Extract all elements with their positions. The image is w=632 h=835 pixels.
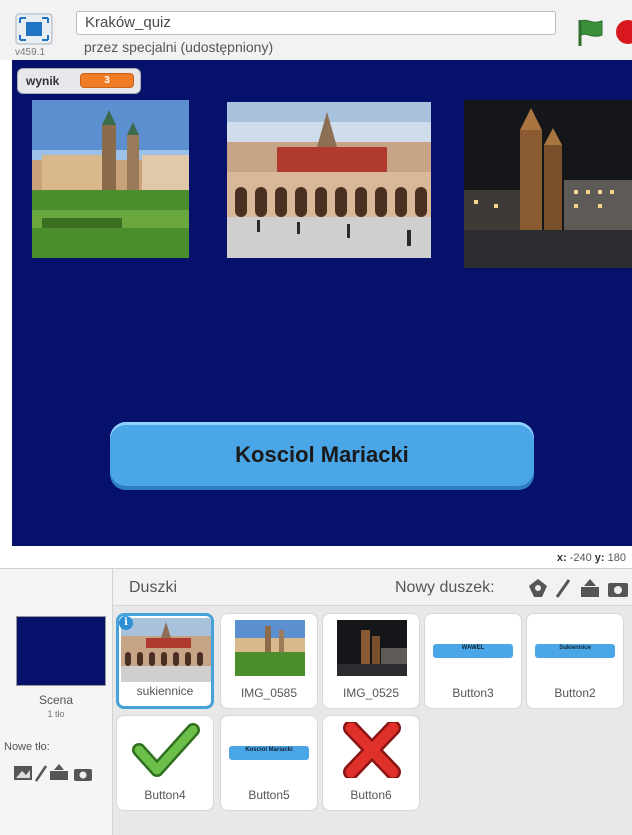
sprites-panel: Scena 1 tło Nowe tło: Duszki Nowy duszek… bbox=[0, 568, 632, 835]
sprite-tile[interactable]: WAWEL Button3 bbox=[424, 613, 522, 709]
sprite-tile[interactable]: Sukiennice Button2 bbox=[526, 613, 624, 709]
sprites-heading: Duszki bbox=[129, 579, 178, 596]
project-header: v459.1 Kraków_quiz przez specjalni (udos… bbox=[0, 0, 632, 60]
sprite-name: Button6 bbox=[350, 788, 392, 802]
mini-button-text: Kosciol Mariacki bbox=[245, 747, 293, 753]
sprite-tile[interactable]: IMG_0585 bbox=[220, 613, 318, 709]
backdrop-camera-icon[interactable] bbox=[74, 769, 92, 781]
sprite-name: Button3 bbox=[452, 686, 494, 700]
answer-button[interactable]: Kosciol Mariacki bbox=[110, 422, 534, 490]
check-icon bbox=[131, 722, 201, 778]
mouse-coordinates: x: -240 y: 180 bbox=[557, 552, 626, 564]
stage-thumbnail[interactable] bbox=[16, 616, 106, 686]
sprite-library-icon[interactable] bbox=[527, 578, 549, 598]
stage-label: Scena bbox=[38, 693, 74, 707]
backdrop-count: 1 tło bbox=[47, 709, 65, 719]
project-byline: przez specjalni (udostępniony) bbox=[84, 39, 274, 55]
green-flag-icon[interactable] bbox=[574, 16, 608, 50]
sprite-tile[interactable]: Kosciol Mariacki Button5 bbox=[220, 715, 318, 811]
sprite-name: sukiennice bbox=[136, 684, 194, 698]
sprite-thumbnail bbox=[235, 620, 305, 676]
sprite-thumbnail bbox=[337, 620, 407, 676]
sprite-name: Button2 bbox=[554, 686, 596, 700]
info-icon[interactable]: i bbox=[119, 616, 133, 630]
stage[interactable]: wynik 3 Kosciol Mariacki bbox=[12, 60, 632, 546]
sprite-thumbnail bbox=[121, 618, 211, 682]
backdrop-library-icon[interactable] bbox=[14, 766, 32, 780]
backdrop-tools bbox=[4, 763, 104, 783]
answer-button-label: Kosciol Mariacki bbox=[235, 442, 409, 467]
new-sprite-label: Nowy duszek: bbox=[395, 579, 495, 596]
stage-column: Scena 1 tło Nowe tło: bbox=[0, 569, 113, 835]
new-backdrop-label: Nowe tło: bbox=[4, 741, 50, 753]
stop-icon[interactable] bbox=[616, 20, 632, 44]
sprite-name: Button5 bbox=[248, 788, 290, 802]
sprite-wawel-photo[interactable] bbox=[32, 100, 189, 258]
y-label: y: bbox=[594, 552, 605, 564]
sprite-tile[interactable]: Button6 bbox=[322, 715, 420, 811]
mini-button-icon: WAWEL bbox=[433, 644, 513, 658]
variable-monitor: wynik 3 bbox=[17, 68, 141, 94]
fullscreen-icon[interactable] bbox=[14, 12, 54, 46]
project-title-field[interactable]: Kraków_quiz bbox=[76, 11, 556, 35]
sprite-name: IMG_0585 bbox=[240, 686, 298, 700]
paint-sprite-icon[interactable] bbox=[553, 578, 575, 598]
mini-button-text: WAWEL bbox=[461, 645, 485, 651]
sprite-name: IMG_0525 bbox=[342, 686, 400, 700]
y-value: 180 bbox=[607, 552, 626, 564]
sprite-tile[interactable]: i sukiennice bbox=[116, 613, 214, 709]
cross-icon bbox=[337, 722, 407, 778]
sprite-mariacki-night-photo[interactable] bbox=[464, 100, 632, 268]
sprite-name: Button4 bbox=[144, 788, 186, 802]
version-label: v459.1 bbox=[15, 47, 46, 58]
sprite-tile[interactable]: Button4 bbox=[116, 715, 214, 811]
x-value: -240 bbox=[569, 552, 592, 564]
sprite-sukiennice-photo[interactable] bbox=[227, 102, 431, 258]
monitor-label: wynik bbox=[26, 74, 60, 88]
backdrop-paint-icon[interactable] bbox=[34, 765, 48, 782]
mini-button-icon: Kosciol Mariacki bbox=[229, 746, 309, 760]
x-label: x: bbox=[556, 552, 567, 564]
sprite-tile[interactable]: IMG_0525 bbox=[322, 613, 420, 709]
camera-sprite-icon[interactable] bbox=[607, 578, 629, 598]
monitor-value: 3 bbox=[80, 73, 134, 88]
mini-button-text: Sukiennice bbox=[559, 645, 591, 651]
upload-sprite-icon[interactable] bbox=[579, 578, 601, 598]
mini-button-icon: Sukiennice bbox=[535, 644, 615, 658]
backdrop-upload-icon[interactable] bbox=[50, 764, 68, 780]
sprites-header: Duszki Nowy duszek: bbox=[113, 569, 632, 606]
